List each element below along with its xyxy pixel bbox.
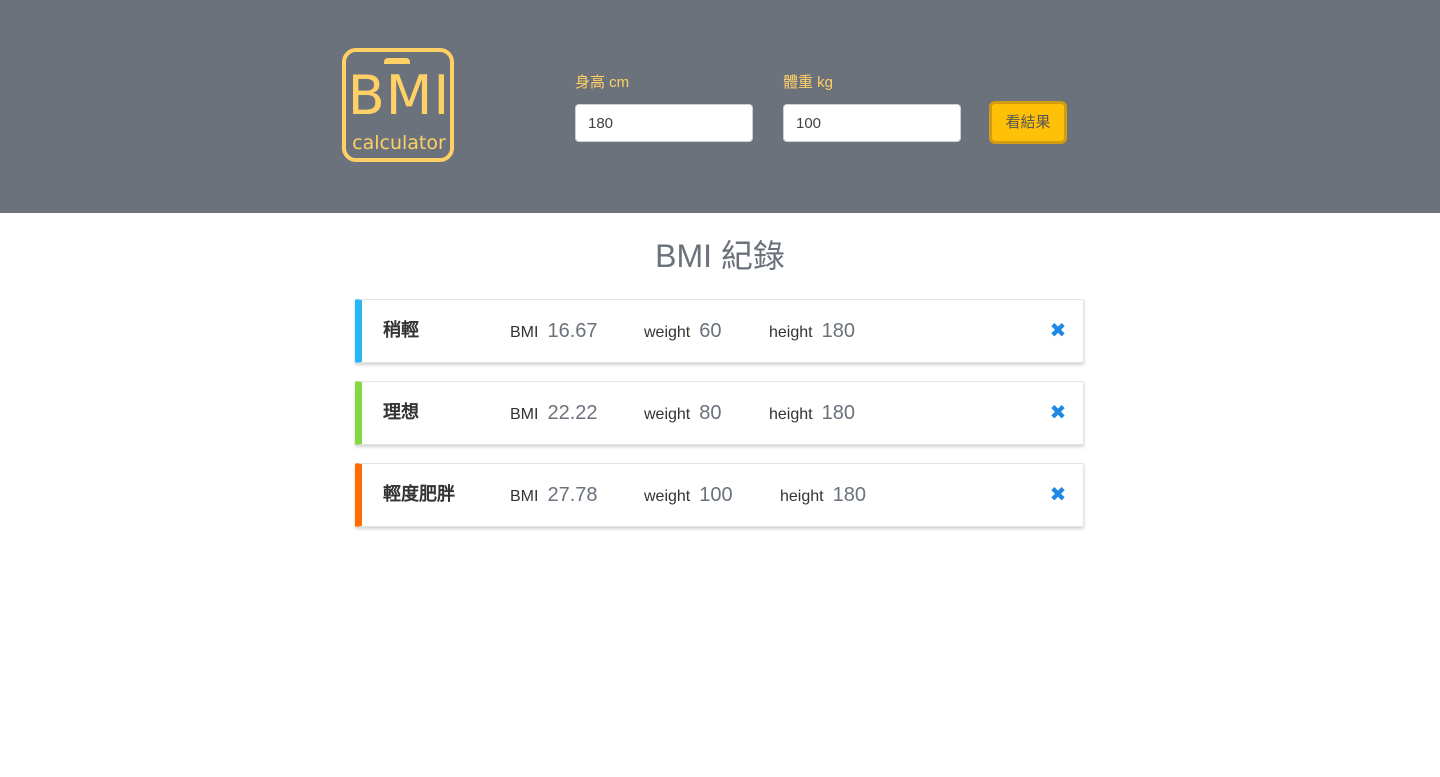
record-bmi: BMI 27.78 — [510, 483, 598, 509]
record-bmi: BMI 22.22 — [510, 401, 598, 427]
record-item: 理想 BMI 22.22 weight 80 height 180 ✖ — [355, 381, 1084, 445]
record-item: 輕度肥胖 BMI 27.78 weight 100 height 180 ✖ — [355, 463, 1084, 527]
height-input[interactable] — [575, 104, 753, 142]
records-title: BMI 紀錄 — [655, 238, 785, 274]
record-height: height 180 — [780, 483, 866, 509]
bmi-value: 22.22 — [547, 402, 598, 424]
height-label: height — [780, 488, 824, 505]
bmi-calculator-logo: BMI calculator — [340, 46, 460, 166]
weight-label: weight — [644, 488, 691, 505]
bmi-label: BMI — [510, 406, 539, 423]
record-weight: weight 80 — [644, 401, 722, 427]
weight-value: 60 — [699, 320, 722, 342]
weight-label: weight — [644, 406, 691, 423]
record-height: height 180 — [769, 401, 855, 427]
delete-icon[interactable]: ✖ — [1049, 401, 1067, 425]
height-label: 身高 cm — [575, 74, 630, 91]
weight-value: 80 — [699, 402, 722, 424]
see-result-button[interactable]: 看結果 — [989, 101, 1067, 144]
record-status: 稍輕 — [383, 320, 419, 341]
bmi-label: BMI — [510, 488, 539, 505]
height-value: 180 — [821, 320, 855, 342]
record-status: 理想 — [383, 402, 419, 423]
record-weight: weight 100 — [644, 483, 733, 509]
logo-title: BMI — [347, 64, 451, 127]
height-label: height — [769, 324, 813, 341]
weight-input[interactable] — [783, 104, 961, 142]
weight-label: weight — [644, 324, 691, 341]
delete-icon[interactable]: ✖ — [1049, 319, 1067, 343]
weight-label: 體重 kg — [783, 74, 834, 91]
header-bar: BMI calculator 身高 cm 體重 kg 看結果 — [0, 0, 1440, 213]
record-height: height 180 — [769, 319, 855, 345]
bmi-value: 27.78 — [547, 484, 598, 506]
bmi-label: BMI — [510, 324, 539, 341]
record-weight: weight 60 — [644, 319, 722, 345]
delete-icon[interactable]: ✖ — [1049, 483, 1067, 507]
weight-value: 100 — [699, 484, 733, 506]
height-value: 180 — [821, 402, 855, 424]
record-status: 輕度肥胖 — [383, 484, 455, 505]
bmi-value: 16.67 — [547, 320, 598, 342]
record-bmi: BMI 16.67 — [510, 319, 598, 345]
logo-subtitle: calculator — [352, 132, 446, 154]
record-item: 稍輕 BMI 16.67 weight 60 height 180 ✖ — [355, 299, 1084, 363]
height-label: height — [769, 406, 813, 423]
height-value: 180 — [832, 484, 866, 506]
